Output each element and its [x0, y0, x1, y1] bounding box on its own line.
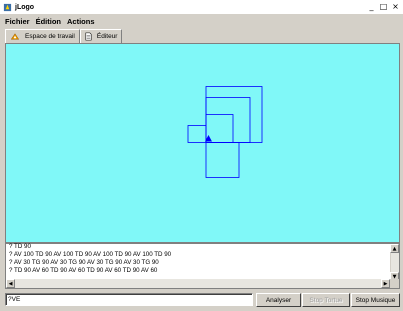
stop-turtle-button[interactable]: Stop Tortue — [302, 293, 350, 307]
title-bar: jLogo _ □ × — [0, 0, 403, 14]
window-controls: _ □ × — [366, 1, 401, 11]
history-line: ? TD 90 AV 60 TD 90 AV 60 TD 90 AV 60 TD… — [9, 267, 158, 274]
scroll-right-icon[interactable]: ▶ — [381, 279, 390, 288]
stop-music-button[interactable]: Stop Musique — [351, 293, 400, 307]
history-horizontal-scrollbar[interactable]: ◀ ▶ — [6, 279, 390, 288]
tab-workspace-label: Espace de travail — [25, 33, 75, 40]
analyze-button[interactable]: Analyser — [256, 293, 301, 307]
command-bar: ?VE Analyser Stop Tortue Stop Musique — [0, 291, 403, 311]
history-line: ? AV 30 TG 90 AV 30 TG 90 AV 30 TG 90 AV… — [9, 259, 159, 266]
tab-editor-label: Éditeur — [96, 33, 118, 40]
scroll-left-icon[interactable]: ◀ — [6, 279, 15, 288]
workspace-icon — [10, 33, 20, 40]
menu-edition[interactable]: Édition — [36, 17, 61, 26]
history-line: ? AV 100 TD 90 AV 100 TD 90 AV 100 TD 90… — [9, 251, 172, 258]
command-input[interactable]: ?VE — [5, 293, 253, 306]
menu-bar: Fichier Édition Actions — [0, 14, 403, 28]
tab-bar: Espace de travail Éditeur — [5, 29, 123, 43]
history-line: ? TD 90 — [9, 243, 31, 250]
jlogo-app-icon — [3, 3, 12, 11]
close-button[interactable]: × — [390, 1, 401, 11]
menu-actions[interactable]: Actions — [67, 17, 95, 26]
scroll-up-icon[interactable]: ▲ — [390, 244, 399, 253]
scroll-corner — [390, 279, 399, 288]
lower-square — [205, 142, 240, 178]
history-list: ? TD 90 ? AV 100 TD 90 AV 100 TD 90 AV 1… — [9, 243, 385, 275]
turtle-drawing — [187, 86, 263, 178]
history-panel: ? TD 90 ? AV 100 TD 90 AV 100 TD 90 AV 1… — [5, 243, 400, 289]
history-vertical-scrollbar[interactable]: ▲ ▼ — [390, 244, 399, 281]
minimize-button[interactable]: _ — [366, 1, 377, 11]
menu-fichier[interactable]: Fichier — [5, 17, 30, 26]
small-square-left — [187, 125, 207, 143]
turtle-canvas[interactable] — [5, 43, 400, 243]
document-icon — [85, 32, 92, 41]
tab-workspace[interactable]: Espace de travail — [5, 29, 80, 43]
window-title: jLogo — [15, 3, 35, 11]
medium-square — [205, 97, 251, 143]
tab-editor[interactable]: Éditeur — [79, 29, 123, 43]
maximize-button[interactable]: □ — [378, 1, 389, 11]
